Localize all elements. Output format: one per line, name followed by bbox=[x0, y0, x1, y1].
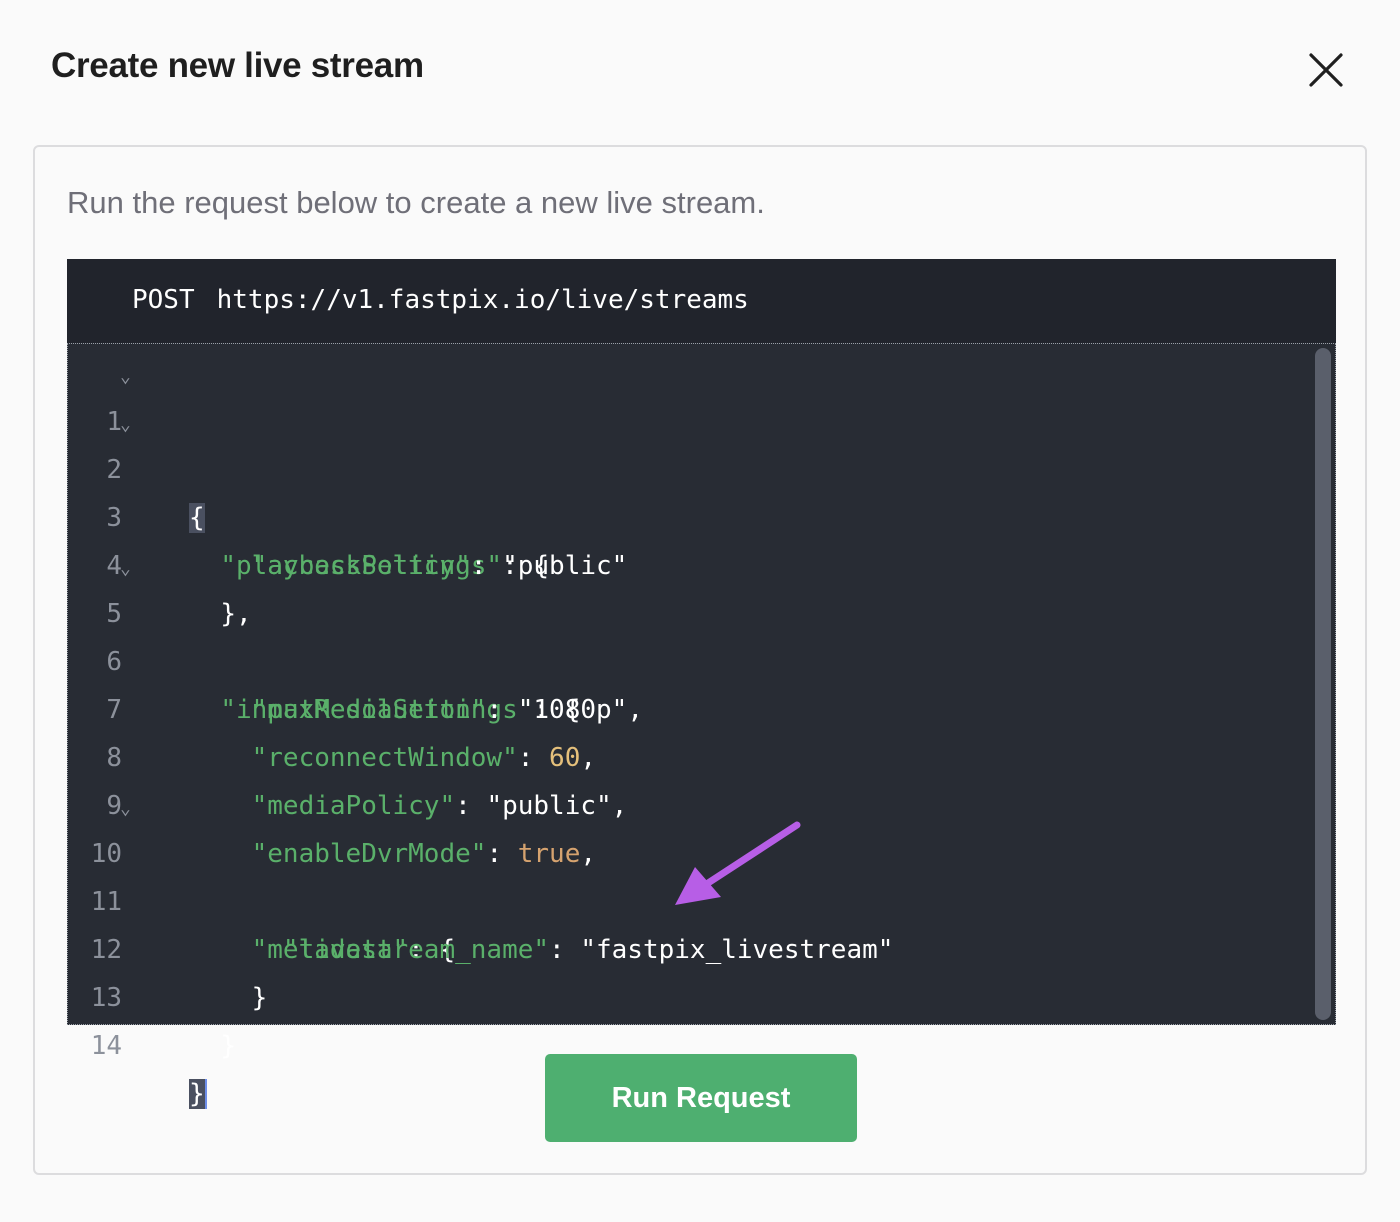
code-line: 7 "reconnectWindow": 60, bbox=[68, 638, 1308, 773]
code-line: 3 "accessPolicy": "public" bbox=[68, 446, 1308, 581]
code-body[interactable]: 1 ⌄ { 2 ⌄ "playbackSettings": { 3 "acces… bbox=[67, 343, 1336, 1109]
close-icon bbox=[1309, 53, 1343, 87]
http-method: POST bbox=[132, 285, 195, 315]
line-number: 14 bbox=[90, 1031, 122, 1061]
code-line: 5 ⌄ "inputMediaSettings": { bbox=[68, 542, 1308, 725]
editor-scrollbar[interactable] bbox=[1315, 348, 1331, 1020]
code-text: } bbox=[189, 1022, 236, 1070]
code-line: 9 "enableDvrMode": true, bbox=[68, 734, 1308, 869]
fold-chevron-icon[interactable]: ⌄ bbox=[120, 353, 131, 401]
fold-chevron-icon[interactable]: ⌄ bbox=[120, 785, 131, 833]
code-line: 8 "mediaPolicy": "public", bbox=[68, 686, 1308, 821]
code-line: 14 } bbox=[68, 974, 1308, 1109]
run-request-button[interactable]: Run Request bbox=[545, 1054, 857, 1142]
code-line: 6 "maxResolution": "1080p", bbox=[68, 590, 1308, 725]
modal-title: Create new live stream bbox=[51, 46, 424, 85]
annotation-arrow-icon bbox=[675, 821, 801, 905]
code-line: 13 } bbox=[68, 926, 1308, 1061]
panel-subtitle: Run the request below to create a new li… bbox=[67, 185, 765, 220]
code-line: 1 ⌄ { bbox=[68, 350, 1308, 533]
code-line: 4 }, bbox=[68, 494, 1308, 629]
request-url: https://v1.fastpix.io/live/streams bbox=[216, 285, 749, 315]
fold-chevron-icon[interactable]: ⌄ bbox=[120, 401, 131, 449]
close-button[interactable] bbox=[1306, 50, 1346, 90]
code-line: 2 ⌄ "playbackSettings": { bbox=[68, 398, 1308, 581]
code-text: } bbox=[189, 1070, 207, 1118]
request-panel: Run the request below to create a new li… bbox=[33, 145, 1367, 1175]
brace: } bbox=[189, 1079, 207, 1109]
fold-chevron-icon[interactable]: ⌄ bbox=[120, 545, 131, 593]
brace: } bbox=[220, 1031, 236, 1061]
request-line: POST https://v1.fastpix.io/live/streams bbox=[67, 259, 1336, 343]
